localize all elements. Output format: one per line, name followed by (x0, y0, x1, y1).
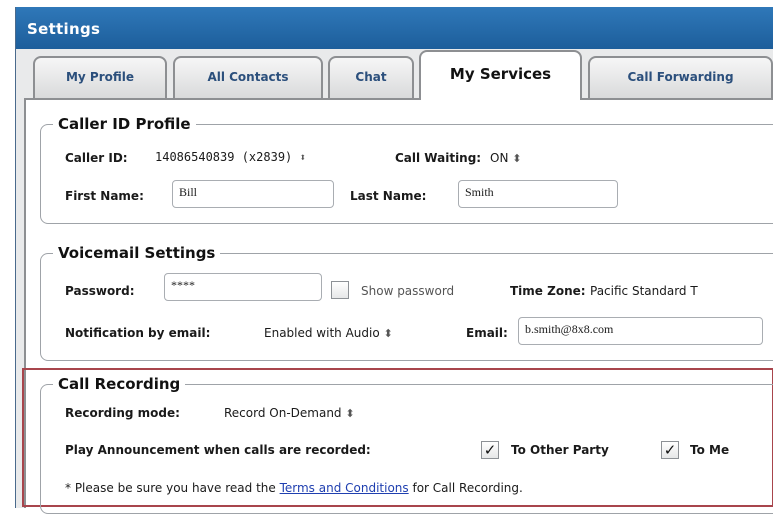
tab-chat[interactable]: Chat (328, 56, 414, 98)
email-input[interactable]: b.smith@8x8.com (518, 317, 763, 345)
call-waiting-select[interactable]: ON ⬍ (490, 151, 521, 165)
caller-id-value: 14086540839 (x2839) (155, 150, 293, 164)
window-title: Settings (27, 20, 101, 38)
title-bar: Settings (16, 7, 773, 49)
email-label: Email: (466, 326, 508, 340)
tab-all-contacts[interactable]: All Contacts (173, 56, 323, 98)
recording-mode-select[interactable]: Record On-Demand ⬍ (224, 406, 355, 420)
time-zone-label: Time Zone: (510, 284, 586, 298)
call-recording-legend: Call Recording (53, 375, 186, 393)
tab-call-forwarding[interactable]: Call Forwarding (588, 56, 773, 98)
to-other-party-label: To Other Party (511, 443, 609, 457)
show-password-label: Show password (361, 284, 455, 298)
show-password-checkbox[interactable] (331, 281, 349, 299)
tab-my-services[interactable]: My Services (419, 50, 582, 100)
time-zone-value[interactable]: Pacific Standard T (590, 284, 698, 298)
note-suffix: for Call Recording. (412, 481, 523, 495)
updown-arrow-icon: ⬍ (383, 327, 393, 340)
recording-terms-note: * Please be sure you have read the Terms… (65, 481, 523, 495)
last-name-input[interactable]: Smith (458, 180, 618, 208)
recording-mode-label: Recording mode: (65, 406, 180, 420)
note-prefix: * Please be sure you have read the (65, 481, 276, 495)
notification-value: Enabled with Audio (264, 326, 380, 340)
password-input[interactable]: **** (164, 273, 322, 301)
to-me-checkbox[interactable]: ✓ (661, 441, 679, 459)
caller-id-legend: Caller ID Profile (53, 115, 196, 133)
checkmark-icon: ✓ (663, 441, 677, 459)
caller-id-label: Caller ID: (65, 151, 128, 165)
first-name-input[interactable]: Bill (172, 180, 334, 208)
updown-arrow-icon: ⬍ (512, 152, 522, 165)
caller-id-select[interactable]: 14086540839 (x2839) ⬍ (155, 150, 306, 164)
voicemail-legend: Voicemail Settings (53, 244, 221, 262)
notification-label: Notification by email: (65, 326, 211, 340)
to-other-party-checkbox[interactable]: ✓ (481, 441, 499, 459)
updown-arrow-icon: ⬍ (299, 151, 307, 164)
caller-id-fieldset (40, 124, 773, 224)
call-waiting-value: ON (490, 151, 509, 165)
updown-arrow-icon: ⬍ (345, 407, 355, 420)
last-name-label: Last Name: (350, 189, 427, 203)
notification-select[interactable]: Enabled with Audio ⬍ (264, 326, 393, 340)
to-me-label: To Me (690, 443, 730, 457)
announcement-label: Play Announcement when calls are recorde… (65, 443, 371, 457)
call-waiting-label: Call Waiting: (395, 151, 482, 165)
terms-and-conditions-link[interactable]: Terms and Conditions (280, 481, 409, 495)
tab-my-profile[interactable]: My Profile (33, 56, 167, 98)
first-name-label: First Name: (65, 189, 144, 203)
checkmark-icon: ✓ (483, 441, 497, 459)
recording-mode-value: Record On-Demand (224, 406, 342, 420)
password-label: Password: (65, 284, 135, 298)
